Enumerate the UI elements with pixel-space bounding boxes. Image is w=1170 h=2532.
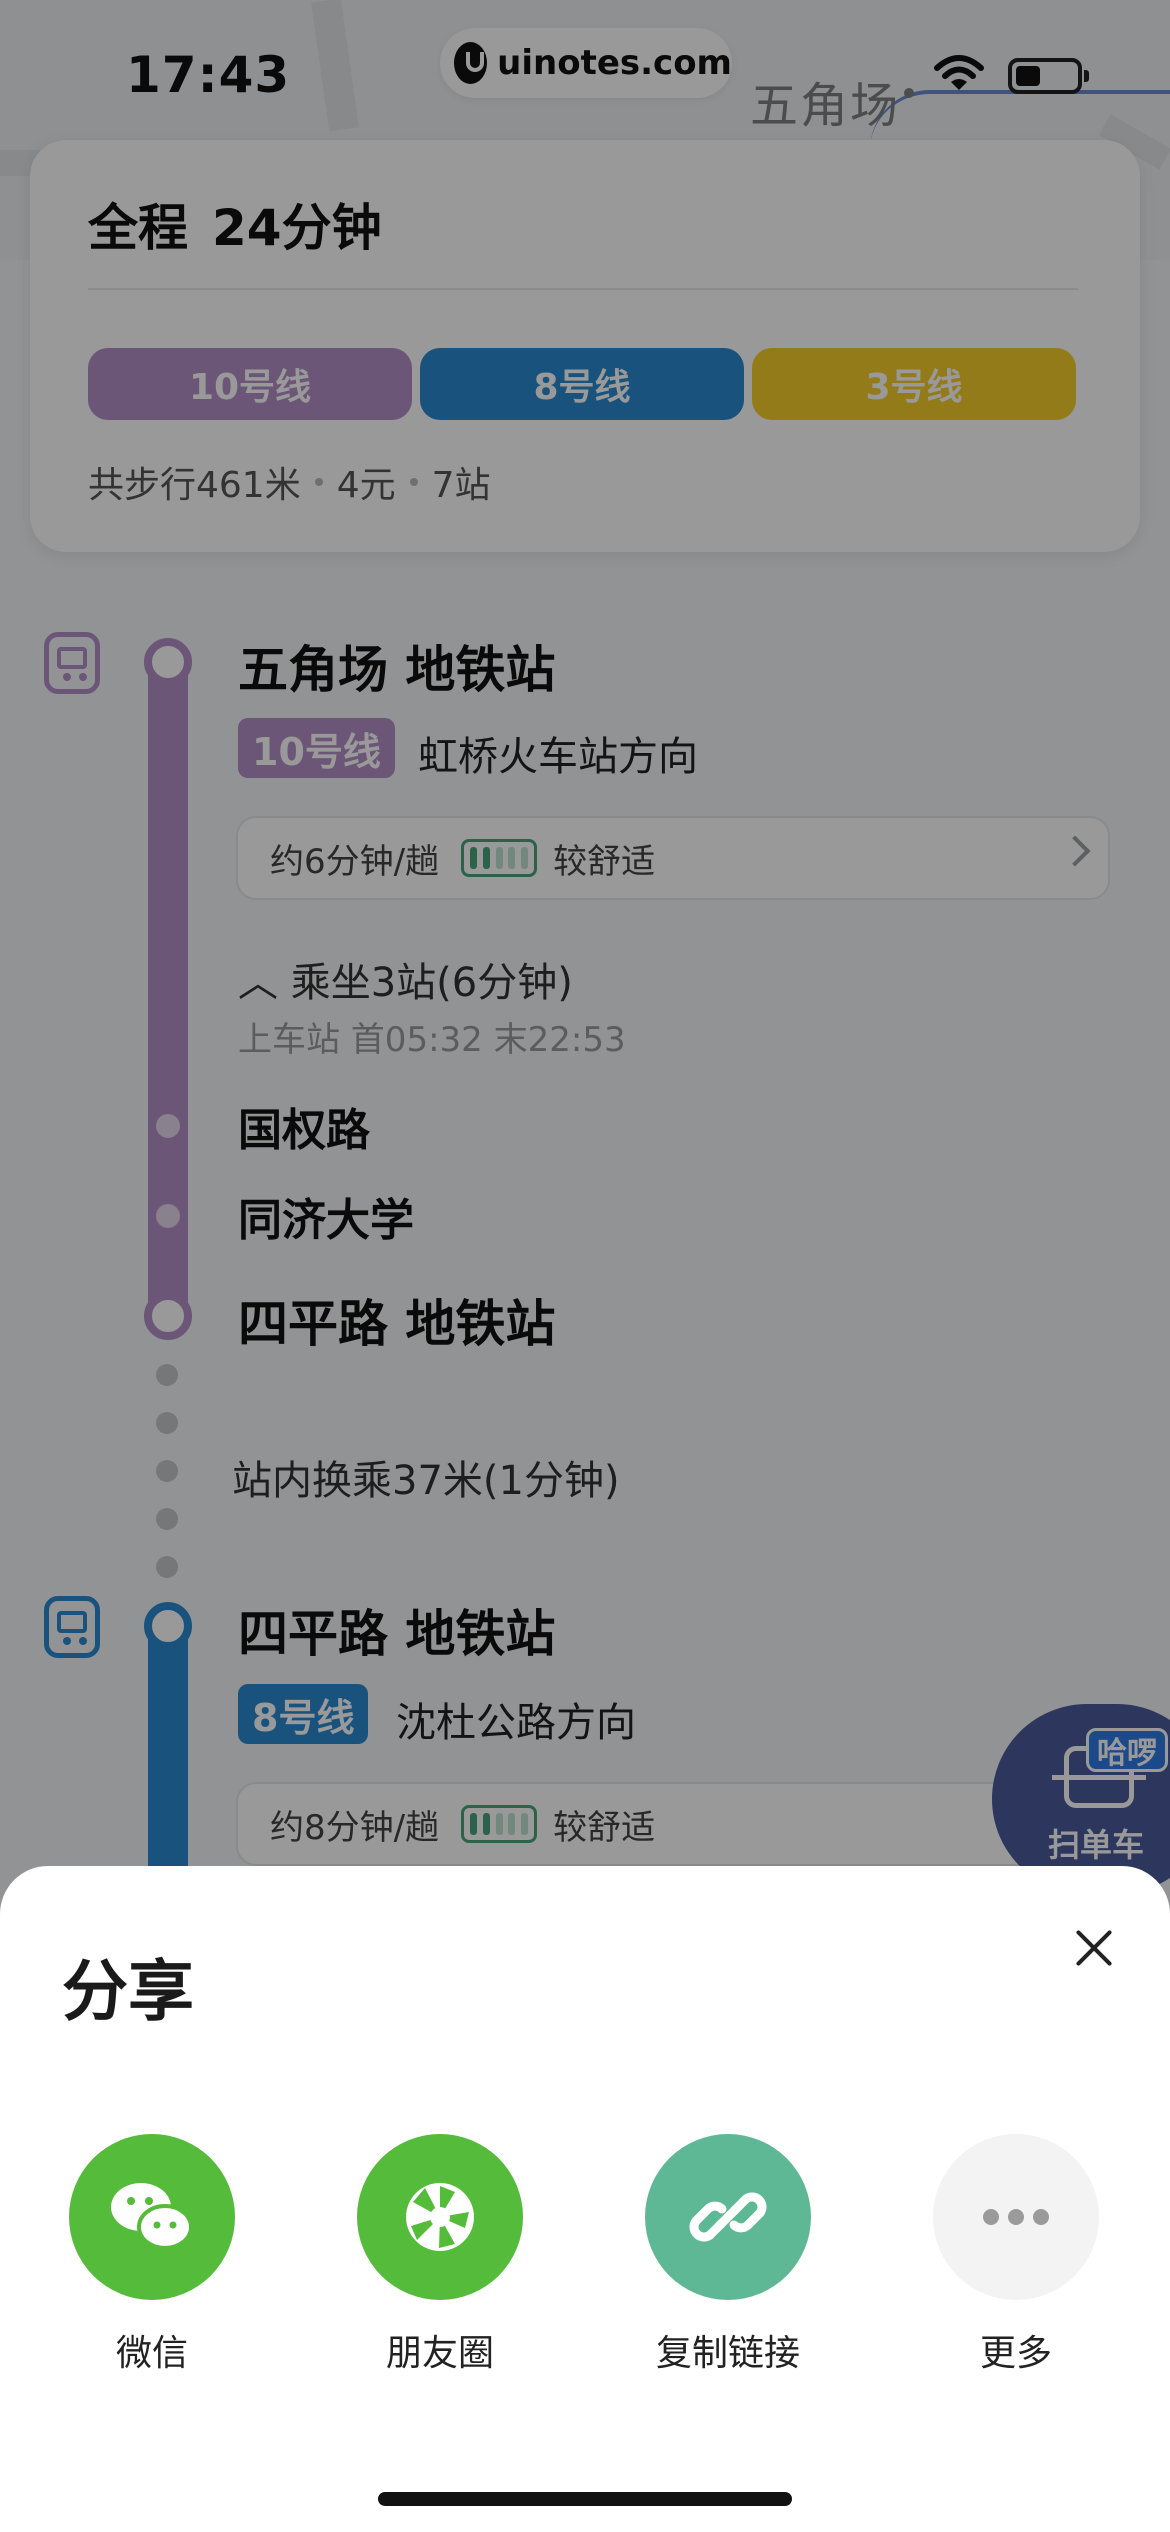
- share-title: 分享: [62, 1953, 194, 2030]
- share-option-label: 朋友圈: [385, 2333, 494, 2374]
- share-sheet: 分享 微信 朋友圈 复制链接 更多: [0, 1866, 1170, 2532]
- home-indicator[interactable]: [378, 2492, 792, 2506]
- wechat-icon: [69, 2134, 235, 2300]
- share-option-label: 微信: [115, 2333, 188, 2374]
- moments-icon: [357, 2134, 523, 2300]
- share-option-label: 更多: [979, 2333, 1052, 2374]
- share-copy-link-button[interactable]: 复制链接: [618, 2134, 838, 2376]
- share-wechat-button[interactable]: 微信: [42, 2134, 262, 2376]
- more-icon: [933, 2134, 1099, 2300]
- share-option-label: 复制链接: [655, 2333, 800, 2374]
- link-icon: [645, 2134, 811, 2300]
- share-moments-button[interactable]: 朋友圈: [330, 2134, 550, 2376]
- close-icon[interactable]: [1066, 1920, 1122, 1976]
- share-more-button[interactable]: 更多: [906, 2134, 1126, 2376]
